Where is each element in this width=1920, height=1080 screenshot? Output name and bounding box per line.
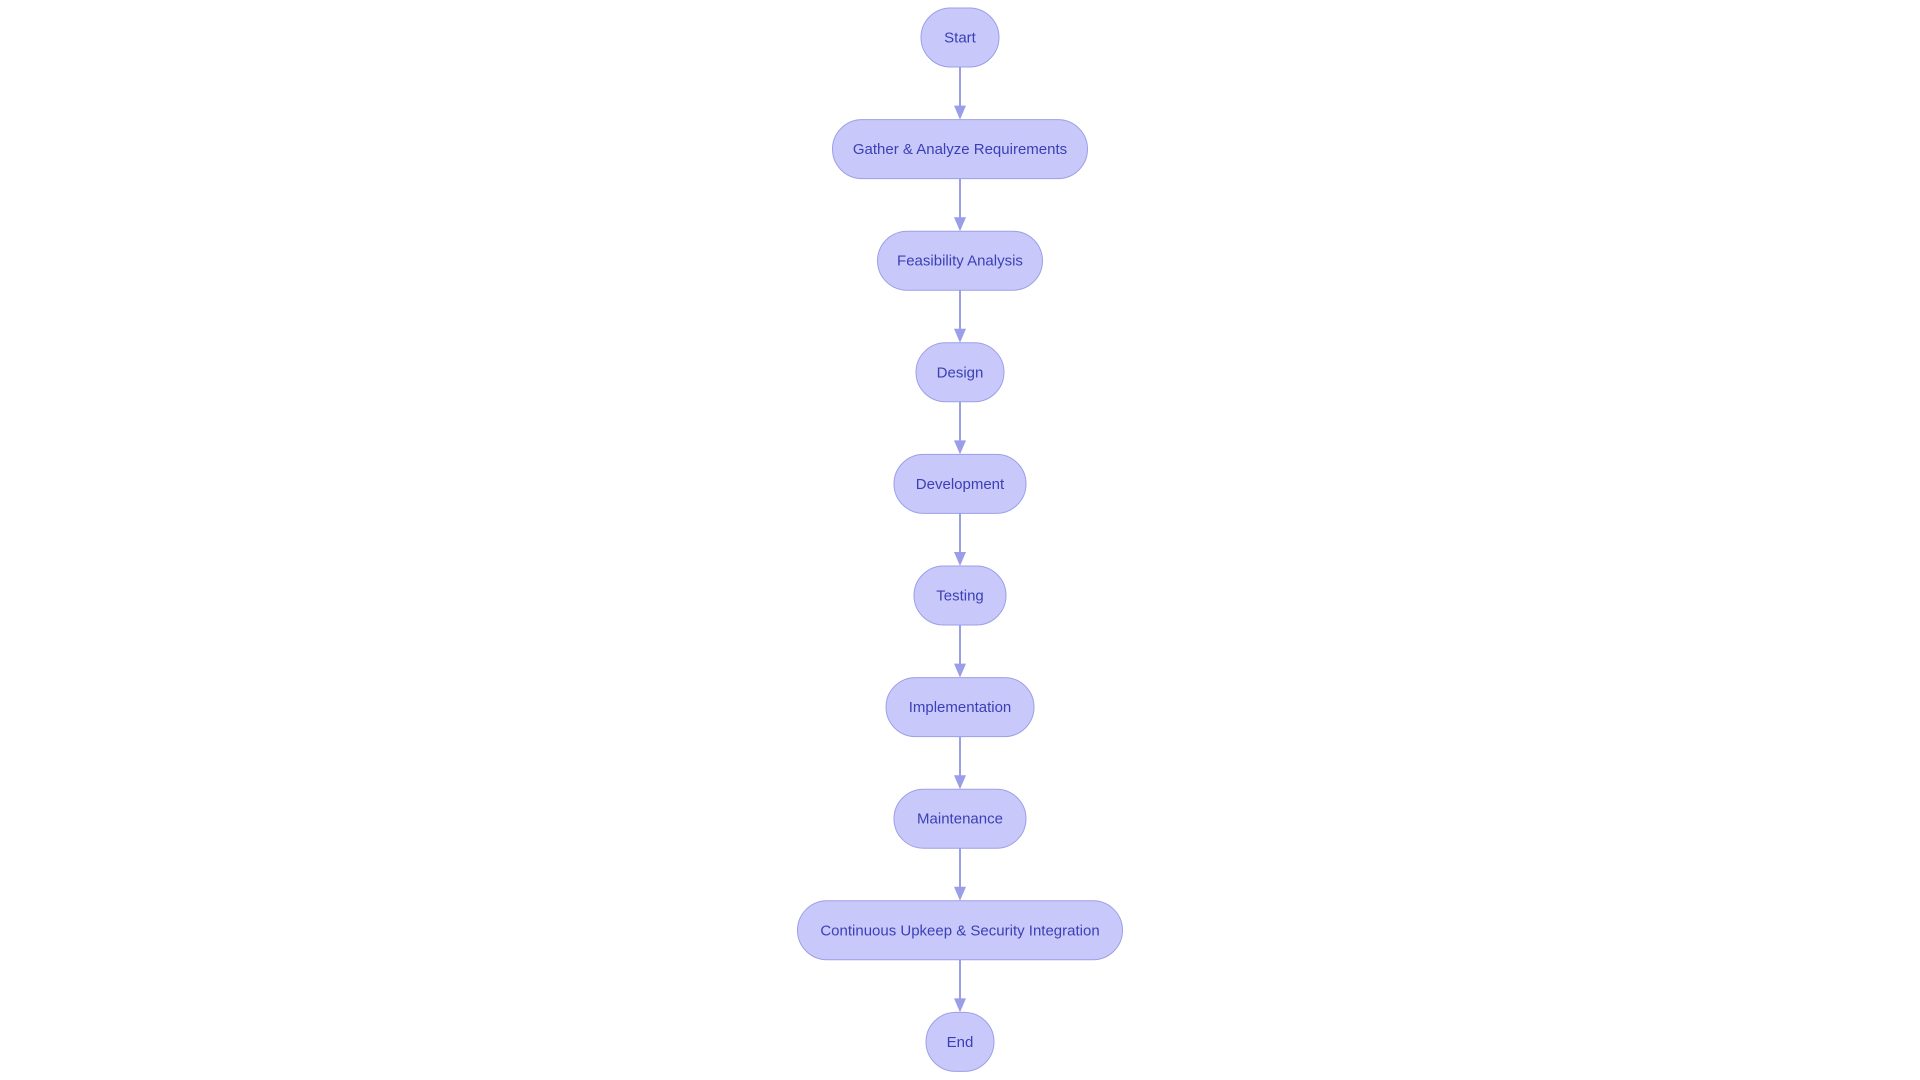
arrowhead-icon [954,998,966,1013]
node-testing: Testing [913,565,1007,626]
edge-testing-to-implementation [954,625,966,678]
arrowhead-icon [954,328,966,343]
node-maintenance: Maintenance [893,788,1027,849]
node-design: Design [915,342,1005,403]
edge-development-to-testing [954,513,966,566]
node-label: Continuous Upkeep & Security Integration [820,922,1099,939]
edge-gather-to-feasibility [954,178,966,232]
arrowhead-icon [954,217,966,232]
edge-start-to-gather [954,67,966,120]
node-start: Start [920,7,1000,68]
edge-continuous-to-end [954,959,966,1013]
node-label: Design [937,364,984,381]
arrowhead-icon [954,552,966,566]
arrowhead-icon [954,663,966,678]
node-implementation: Implementation [885,677,1035,738]
node-label: Testing [936,588,984,605]
flowchart: Start Gather & Analyze Requirements Feasib… [797,7,1123,1072]
node-label: Maintenance [917,811,1003,828]
arrowhead-icon [954,105,966,120]
node-label: Development [916,476,1005,493]
edges-layer [954,67,966,1013]
node-label: Implementation [909,699,1012,716]
node-label: Feasibility Analysis [897,253,1023,270]
node-gather: Gather & Analyze Requirements [832,119,1088,180]
node-label: Start [944,30,977,47]
edge-feasibility-to-design [954,290,966,343]
node-feasibility: Feasibility Analysis [877,230,1043,291]
arrowhead-icon [954,775,966,790]
edge-maintenance-to-continuous [954,848,966,901]
arrowhead-icon [954,440,966,455]
arrowhead-icon [954,886,966,901]
node-continuous: Continuous Upkeep & Security Integration [797,900,1123,961]
node-label: Gather & Analyze Requirements [853,141,1067,158]
node-label: End [947,1034,974,1051]
edge-implementation-to-maintenance [954,736,966,790]
node-end: End [925,1011,995,1072]
edge-design-to-development [954,401,966,455]
node-development: Development [893,453,1027,514]
